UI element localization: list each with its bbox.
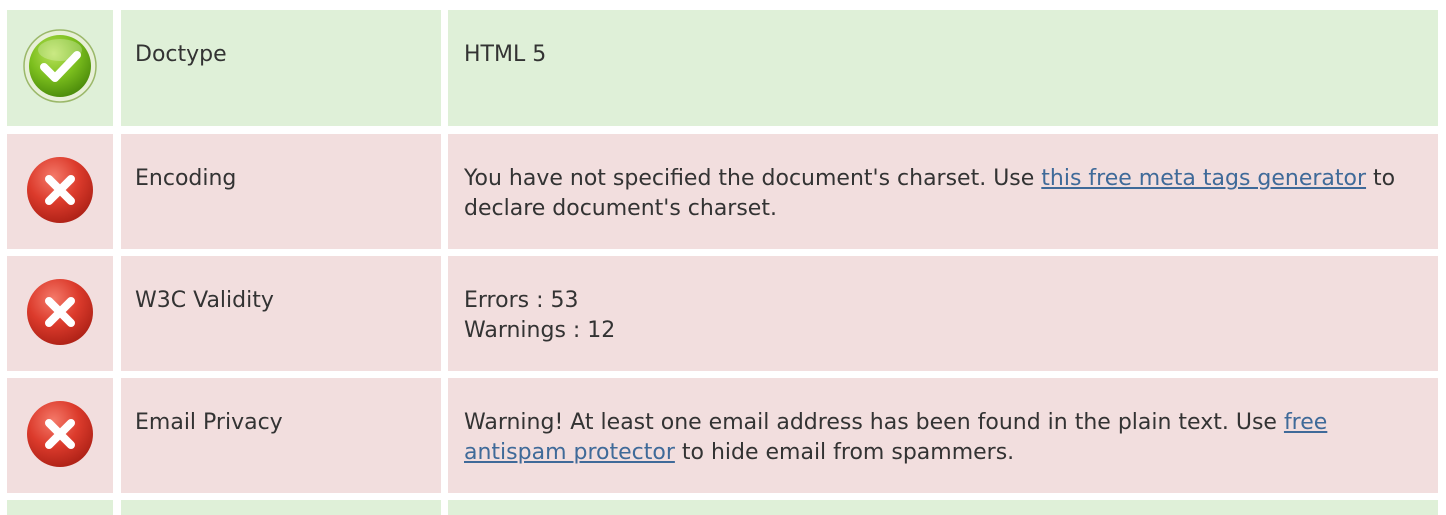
check-row-w3c-validity: W3C Validity Errors : 53 Warnings : 12 xyxy=(0,256,1446,371)
check-label: Doctype xyxy=(135,42,227,67)
status-cell xyxy=(7,378,113,493)
check-row-encoding: Encoding You have not specified the docu… xyxy=(0,134,1446,249)
errors-count: Errors : 53 xyxy=(464,288,579,313)
label-cell: Doctype xyxy=(121,10,441,126)
result-text: You have not specified the document's ch… xyxy=(464,166,1042,191)
check-label: W3C Validity xyxy=(135,288,274,313)
check-result: HTML 5 xyxy=(464,42,547,67)
status-cell xyxy=(7,256,113,371)
error-x-icon xyxy=(27,401,93,467)
label-cell: Email Privacy xyxy=(121,378,441,493)
warnings-count: Warnings : 12 xyxy=(464,318,616,343)
label-cell: W3C Validity xyxy=(121,256,441,371)
error-x-icon xyxy=(27,157,93,223)
status-cell xyxy=(7,500,113,515)
check-result: Warning! At least one email address has … xyxy=(464,408,1430,468)
check-row-email-privacy: Email Privacy Warning! At least one emai… xyxy=(0,378,1446,493)
check-row-partial xyxy=(0,500,1446,515)
result-cell: You have not specified the document's ch… xyxy=(448,134,1438,249)
check-label: Encoding xyxy=(135,166,237,191)
result-cell xyxy=(448,500,1438,515)
check-label: Email Privacy xyxy=(135,410,283,435)
result-cell: HTML 5 xyxy=(448,10,1438,126)
error-x-icon xyxy=(27,279,93,345)
status-cell xyxy=(7,134,113,249)
check-row-doctype: Doctype HTML 5 xyxy=(0,10,1446,126)
result-text: to hide email from spammers. xyxy=(674,440,1015,465)
result-cell: Warning! At least one email address has … xyxy=(448,378,1438,493)
meta-tags-generator-link[interactable]: this free meta tags generator xyxy=(1041,166,1366,191)
check-result: You have not specified the document's ch… xyxy=(464,164,1430,224)
result-text: Warning! At least one email address has … xyxy=(464,410,1284,435)
status-cell xyxy=(7,10,113,126)
seo-check-table: Doctype HTML 5 Encoding You have not spe… xyxy=(0,0,1446,515)
result-cell: Errors : 53 Warnings : 12 xyxy=(448,256,1438,371)
check-result: Errors : 53 Warnings : 12 xyxy=(464,286,1430,346)
check-circle-icon xyxy=(23,29,97,103)
label-cell xyxy=(121,500,441,515)
label-cell: Encoding xyxy=(121,134,441,249)
